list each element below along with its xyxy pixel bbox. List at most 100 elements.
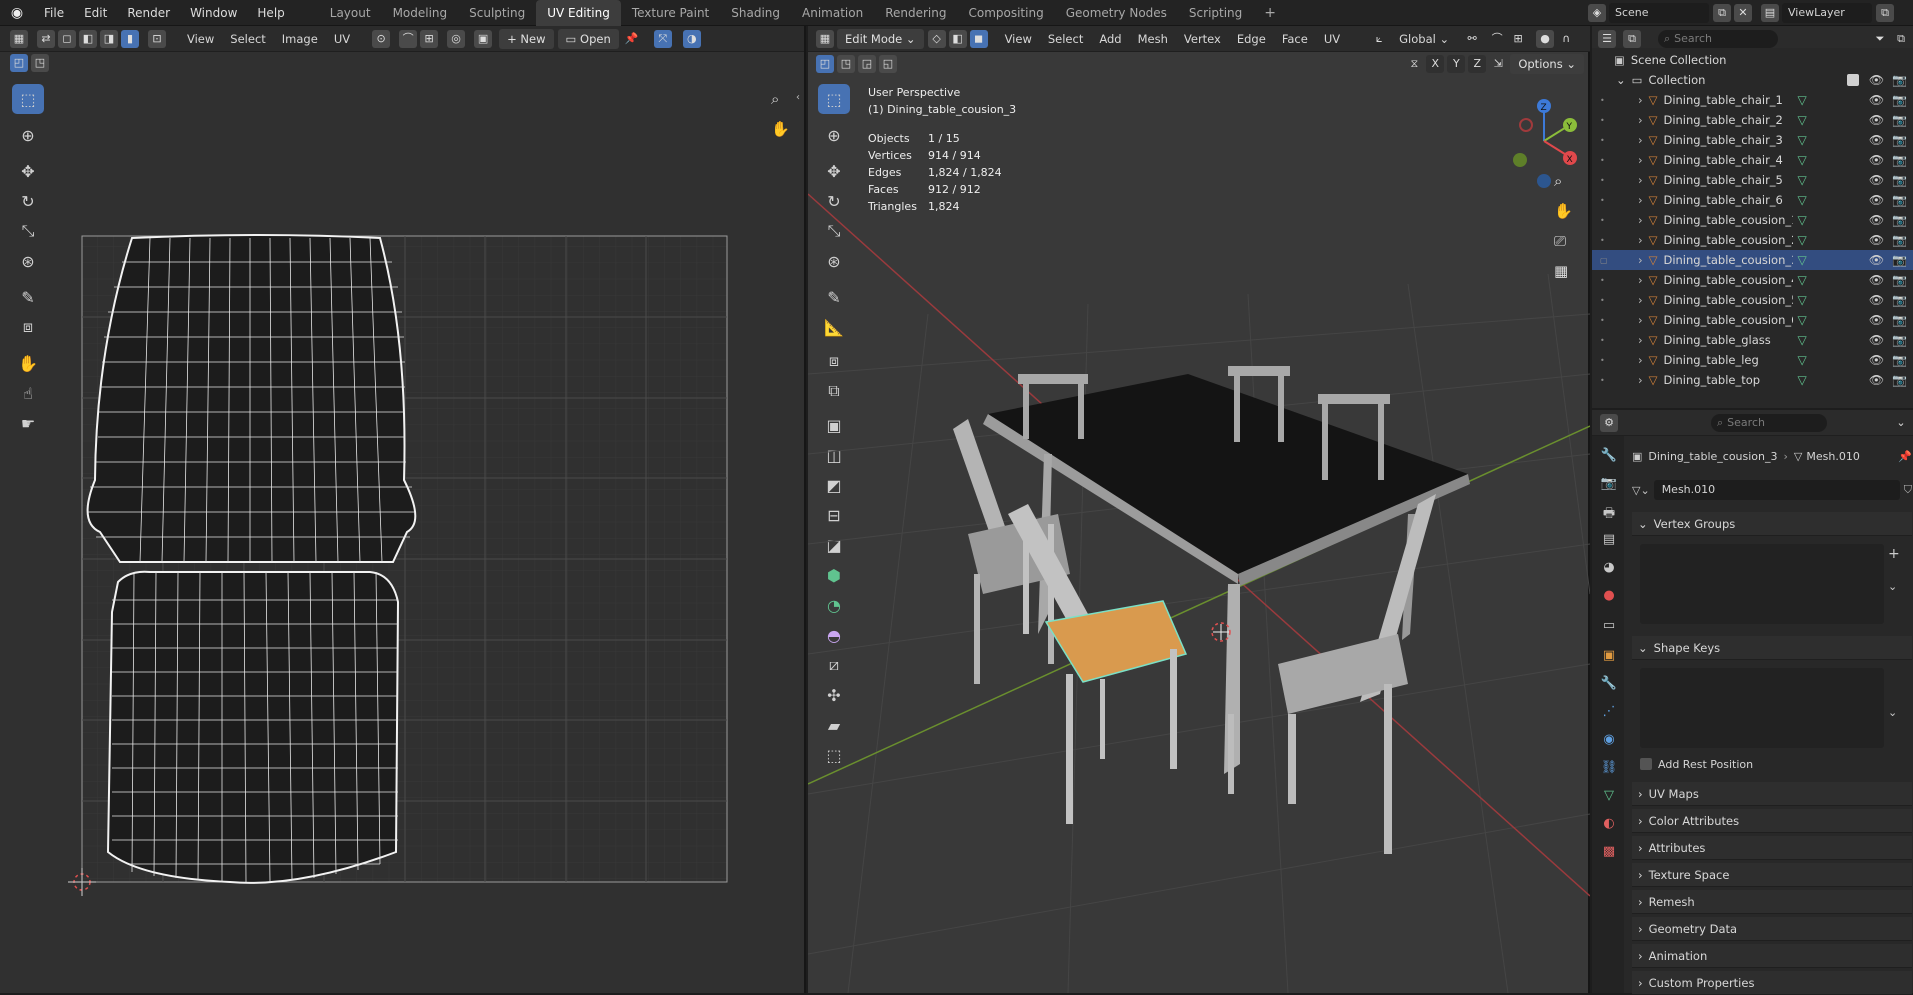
modifier-tab-icon[interactable]: 🔧 xyxy=(1600,676,1618,694)
mirror-icon[interactable]: ⧖ xyxy=(1405,55,1423,73)
mesh-data-icon[interactable]: ▽ xyxy=(1797,113,1806,127)
outliner-row[interactable]: • › ▽ Dining_table_chair_6 ▽ 👁 📷 xyxy=(1592,190,1913,210)
row-select-dot[interactable]: • xyxy=(1600,156,1610,165)
mirror-z-toggle[interactable]: Z xyxy=(1468,55,1487,73)
properties-search-input[interactable]: ⌕ Search xyxy=(1711,413,1827,432)
viewlayer-icon[interactable]: ▤ xyxy=(1761,4,1779,22)
menu-render[interactable]: Render xyxy=(117,0,180,26)
menu-window[interactable]: Window xyxy=(180,0,247,26)
outliner-item-label[interactable]: Dining_table_glass xyxy=(1663,333,1793,347)
uv-menu-uv[interactable]: UV xyxy=(326,29,358,49)
vp-menu-mesh[interactable]: Mesh xyxy=(1130,29,1176,49)
new-viewlayer-icon[interactable]: ⧉ xyxy=(1876,4,1894,22)
render-icon[interactable]: 📷 xyxy=(1892,353,1907,367)
outliner-row[interactable]: • › ▽ Dining_table_chair_4 ▽ 👁 📷 xyxy=(1592,150,1913,170)
render-icon[interactable]: 📷 xyxy=(1892,93,1907,107)
visibility-icon[interactable]: 👁 xyxy=(1869,273,1884,287)
scene-collection-row[interactable]: ▣ Scene Collection xyxy=(1592,50,1913,70)
visibility-icon[interactable]: 👁 xyxy=(1869,193,1884,207)
render-icon[interactable]: 📷 xyxy=(1892,293,1907,307)
collection-tab-icon[interactable]: ▭ xyxy=(1600,618,1618,636)
texture-space-panel-header[interactable]: › Texture Space xyxy=(1632,863,1912,887)
uv-island-bottom[interactable] xyxy=(106,570,400,884)
row-select-dot[interactable]: • xyxy=(1600,96,1610,105)
image-browse-icon[interactable]: ▣ xyxy=(474,29,493,48)
outliner-row[interactable]: • › ▽ Dining_table_cousion_4 ▽ 👁 📷 xyxy=(1592,270,1913,290)
outliner-item-label[interactable]: Dining_table_cousion_2 xyxy=(1663,233,1793,247)
render-icon[interactable]: 📷 xyxy=(1892,233,1907,247)
row-select-dot[interactable]: • xyxy=(1600,136,1610,145)
blender-logo-icon[interactable]: ◉ xyxy=(0,5,34,21)
animation-panel-header[interactable]: › Animation xyxy=(1632,944,1912,968)
object-tab-icon[interactable]: ▣ xyxy=(1600,648,1618,666)
mesh-data-icon[interactable]: ▽ xyxy=(1797,373,1806,387)
tab-scripting[interactable]: Scripting xyxy=(1178,0,1253,26)
row-expand-icon[interactable]: › xyxy=(1638,93,1643,107)
mesh-name-field[interactable]: Mesh.010 xyxy=(1653,480,1900,500)
uv-canvas[interactable] xyxy=(0,52,804,993)
vp-snap-icon[interactable]: ⌒ xyxy=(1488,30,1506,48)
material-tab-icon[interactable]: ◐ xyxy=(1600,816,1618,834)
new-image-button[interactable]: + New xyxy=(499,28,554,49)
particles-tab-icon[interactable]: ⋰ xyxy=(1600,704,1618,722)
new-collection-icon[interactable]: ⧉ xyxy=(1892,30,1910,48)
vertex-select-icon[interactable]: ◻ xyxy=(58,29,76,48)
island-select-icon[interactable]: ▮ xyxy=(121,29,139,48)
mesh-data-icon[interactable]: ▽ xyxy=(1797,273,1806,287)
tab-compositing[interactable]: Compositing xyxy=(957,0,1054,26)
menu-file[interactable]: File xyxy=(34,0,74,26)
tab-geometry-nodes[interactable]: Geometry Nodes xyxy=(1055,0,1178,26)
row-expand-icon[interactable]: › xyxy=(1638,133,1643,147)
render-icon[interactable]: 📷 xyxy=(1892,173,1907,187)
mesh-data-icon[interactable]: ▽ xyxy=(1797,133,1806,147)
vertex-groups-list[interactable] xyxy=(1640,544,1884,624)
outliner-item-label[interactable]: Dining_table_cousion_3 xyxy=(1663,253,1793,267)
outliner-row[interactable]: • › ▽ Dining_table_cousion_5 ▽ 👁 📷 xyxy=(1592,290,1913,310)
outliner-row[interactable]: • › ▽ Dining_table_cousion_1 ▽ 👁 📷 xyxy=(1592,210,1913,230)
mesh-data-icon[interactable]: ▽ xyxy=(1797,213,1806,227)
row-select-dot[interactable]: • xyxy=(1600,296,1610,305)
color-attributes-panel-header[interactable]: › Color Attributes xyxy=(1632,809,1912,833)
mesh-data-icon[interactable]: ▽ xyxy=(1797,93,1806,107)
mesh-data-icon[interactable]: ▽ xyxy=(1797,313,1806,327)
geometry-data-panel-header[interactable]: › Geometry Data xyxy=(1632,917,1912,941)
add-rest-position-row[interactable]: Add Rest Position xyxy=(1640,754,1753,774)
vertex-mode-icon[interactable]: ◇ xyxy=(927,29,946,48)
row-expand-icon[interactable]: › xyxy=(1638,373,1643,387)
tab-modeling[interactable]: Modeling xyxy=(382,0,459,26)
vertex-groups-menu-icon[interactable]: ⌄ xyxy=(1888,580,1897,593)
render-icon[interactable]: 📷 xyxy=(1892,133,1907,147)
tab-texture-paint[interactable]: Texture Paint xyxy=(621,0,720,26)
vp-select-extend-icon[interactable]: ◳ xyxy=(837,55,855,73)
vertex-groups-panel-header[interactable]: ⌄ Vertex Groups xyxy=(1632,512,1912,536)
editor-type-icon[interactable]: ▦ xyxy=(10,29,28,48)
vp-menu-uv[interactable]: UV xyxy=(1316,29,1348,49)
uv-menu-view[interactable]: View xyxy=(179,29,222,49)
menu-edit[interactable]: Edit xyxy=(74,0,117,26)
visibility-icon[interactable]: 👁 xyxy=(1869,333,1884,347)
viewlayer-field[interactable]: ViewLayer xyxy=(1782,3,1872,23)
collection-visibility-icon[interactable]: 👁 xyxy=(1869,73,1884,87)
tab-layout[interactable]: Layout xyxy=(319,0,382,26)
face-select-icon[interactable]: ◨ xyxy=(100,29,118,48)
mesh-data-icon[interactable]: ▽ xyxy=(1797,333,1806,347)
row-expand-icon[interactable]: › xyxy=(1638,153,1643,167)
row-expand-icon[interactable]: › xyxy=(1638,113,1643,127)
row-expand-icon[interactable]: › xyxy=(1638,353,1643,367)
snap-target-icon[interactable]: ⊞ xyxy=(420,29,439,48)
edge-mode-icon[interactable]: ◧ xyxy=(948,29,967,48)
outliner-item-label[interactable]: Dining_table_chair_2 xyxy=(1663,113,1793,127)
fake-user-icon[interactable]: ⛉ xyxy=(1904,483,1912,497)
vp-menu-edge[interactable]: Edge xyxy=(1229,29,1274,49)
row-select-dot[interactable]: • xyxy=(1600,216,1610,225)
row-expand-icon[interactable]: › xyxy=(1638,253,1643,267)
row-select-dot[interactable]: • xyxy=(1600,276,1610,285)
visibility-icon[interactable]: 👁 xyxy=(1869,113,1884,127)
chair-selected[interactable] xyxy=(1008,504,1188,824)
props-options-icon[interactable]: ⌄ xyxy=(1892,414,1910,432)
mirror-x-toggle[interactable]: X xyxy=(1426,55,1445,73)
row-expand-icon[interactable]: › xyxy=(1638,233,1643,247)
output-tab-icon[interactable]: 🖶 xyxy=(1600,504,1618,522)
mesh-data-icon[interactable]: ▽ xyxy=(1797,253,1806,267)
tab-uv-editing[interactable]: UV Editing xyxy=(536,0,621,26)
